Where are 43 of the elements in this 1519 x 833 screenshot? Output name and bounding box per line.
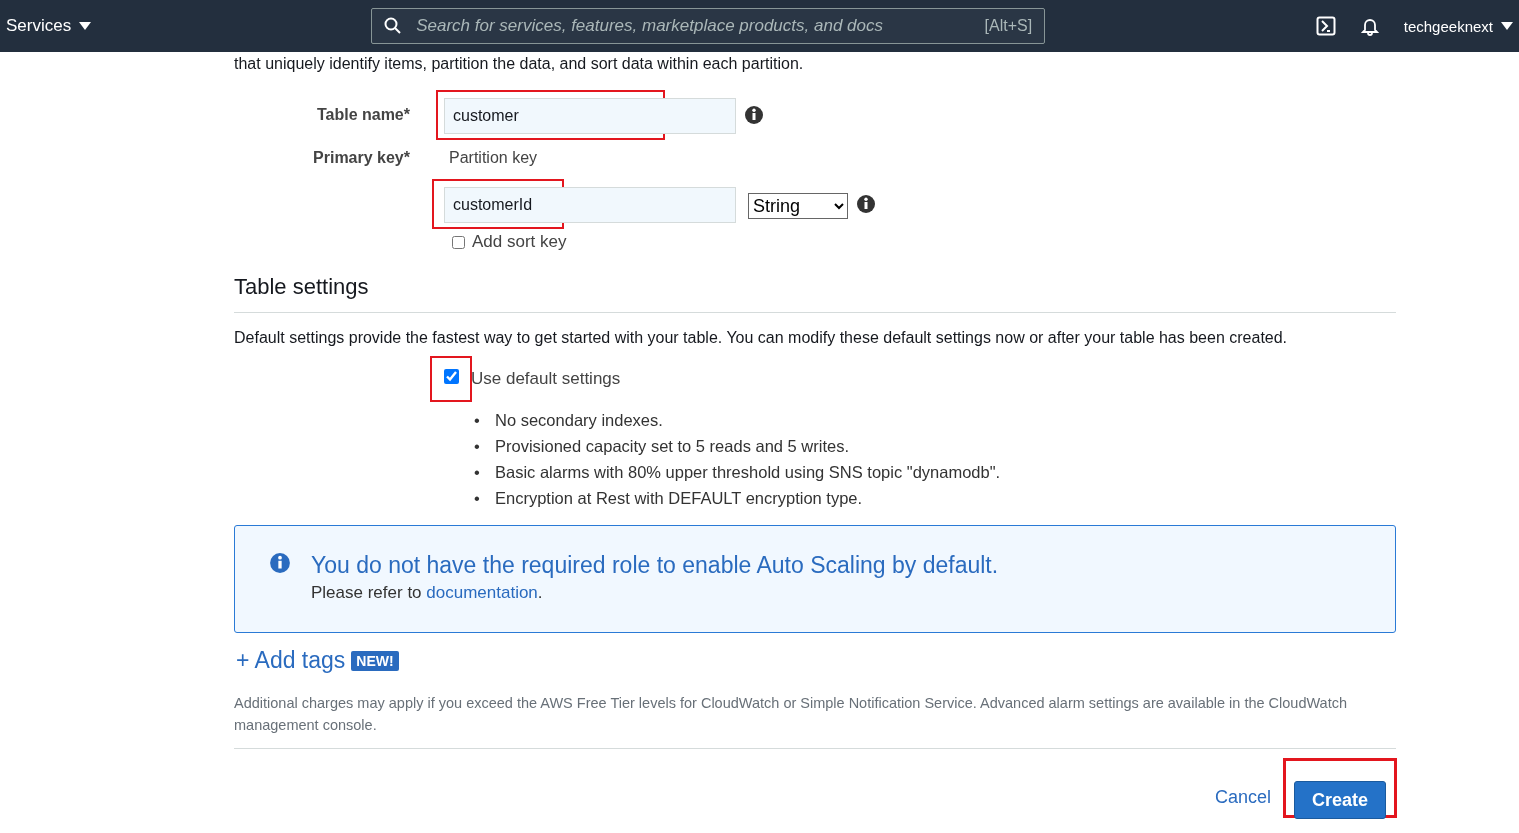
documentation-link[interactable]: documentation bbox=[426, 583, 538, 602]
sort-key-checkbox[interactable] bbox=[452, 235, 465, 249]
bullet-marker: • bbox=[474, 488, 481, 509]
bullet-item: Encryption at Rest with DEFAULT encryption type. bbox=[495, 488, 863, 509]
checkbox-label: Use default settings bbox=[471, 369, 621, 389]
default-settings-checkbox[interactable] bbox=[443, 368, 459, 384]
settings-description: Default settings provide the fastest way to get started with your table. You can modify these default settings now or after your table has been created. bbox=[234, 329, 1289, 347]
info-icon[interactable] bbox=[744, 105, 764, 125]
charges-note: Additional charges may apply if you exceed the AWS Free Tier levels for CloudWatch or Simple Notification Service. Advanced alarm settings are available in the CloudWatch management console. bbox=[234, 692, 1396, 749]
search-icon bbox=[384, 17, 403, 35]
bullet-item: Basic alarms with 80% upper threshold using SNS topic "dynamodb". bbox=[495, 462, 1001, 483]
bullet-marker: • bbox=[474, 436, 481, 457]
services-menu[interactable]: Services bbox=[6, 16, 92, 36]
add-tags-link[interactable]: + Add tags bbox=[236, 647, 346, 674]
info-icon bbox=[269, 552, 291, 574]
search-bar[interactable]: Search for services, features, marketplace products, and docs [Alt+S] bbox=[371, 8, 1046, 44]
cancel-link[interactable]: Cancel bbox=[1214, 787, 1271, 808]
bullet-marker: • bbox=[474, 410, 481, 431]
key-type-dropdown[interactable]: String bbox=[748, 192, 848, 219]
table-name-input[interactable]: customer bbox=[444, 98, 736, 134]
bullet-item: No secondary indexes. bbox=[495, 410, 663, 431]
field-label: Table name* bbox=[315, 106, 411, 124]
checkbox-label: Add sort key bbox=[472, 232, 567, 252]
partition-key-input[interactable]: customerId bbox=[444, 187, 736, 223]
section-title: Table settings bbox=[234, 274, 1396, 313]
caret-icon bbox=[79, 21, 92, 31]
period-text: . bbox=[537, 583, 543, 602]
user-menu[interactable]: techgeeknext bbox=[1403, 17, 1513, 35]
create-button[interactable]: Create bbox=[1294, 781, 1386, 819]
shortcut-hint: [Alt+S] bbox=[984, 17, 1033, 35]
alert-title: You do not have the required role to enable Auto Scaling by default. bbox=[311, 552, 999, 579]
bullet-item: Provisioned capacity set to 5 reads and 5 writes. bbox=[495, 436, 850, 457]
bell-icon[interactable] bbox=[1359, 16, 1380, 36]
bullet-marker: • bbox=[474, 462, 481, 483]
info-icon[interactable] bbox=[856, 194, 876, 214]
search-input[interactable]: Search for services, features, marketplace products, and docs bbox=[414, 15, 973, 37]
field-label: Primary key* bbox=[312, 149, 411, 167]
intro-text: that uniquely identify items, partition the data, and sort data within each partition. bbox=[234, 55, 805, 73]
new-badge: NEW! bbox=[351, 650, 399, 671]
partition-key-label: Partition key bbox=[449, 149, 538, 167]
caret-icon bbox=[1501, 21, 1513, 31]
alert-text: Please refer to bbox=[311, 583, 422, 602]
terminal-icon[interactable] bbox=[1315, 16, 1336, 36]
